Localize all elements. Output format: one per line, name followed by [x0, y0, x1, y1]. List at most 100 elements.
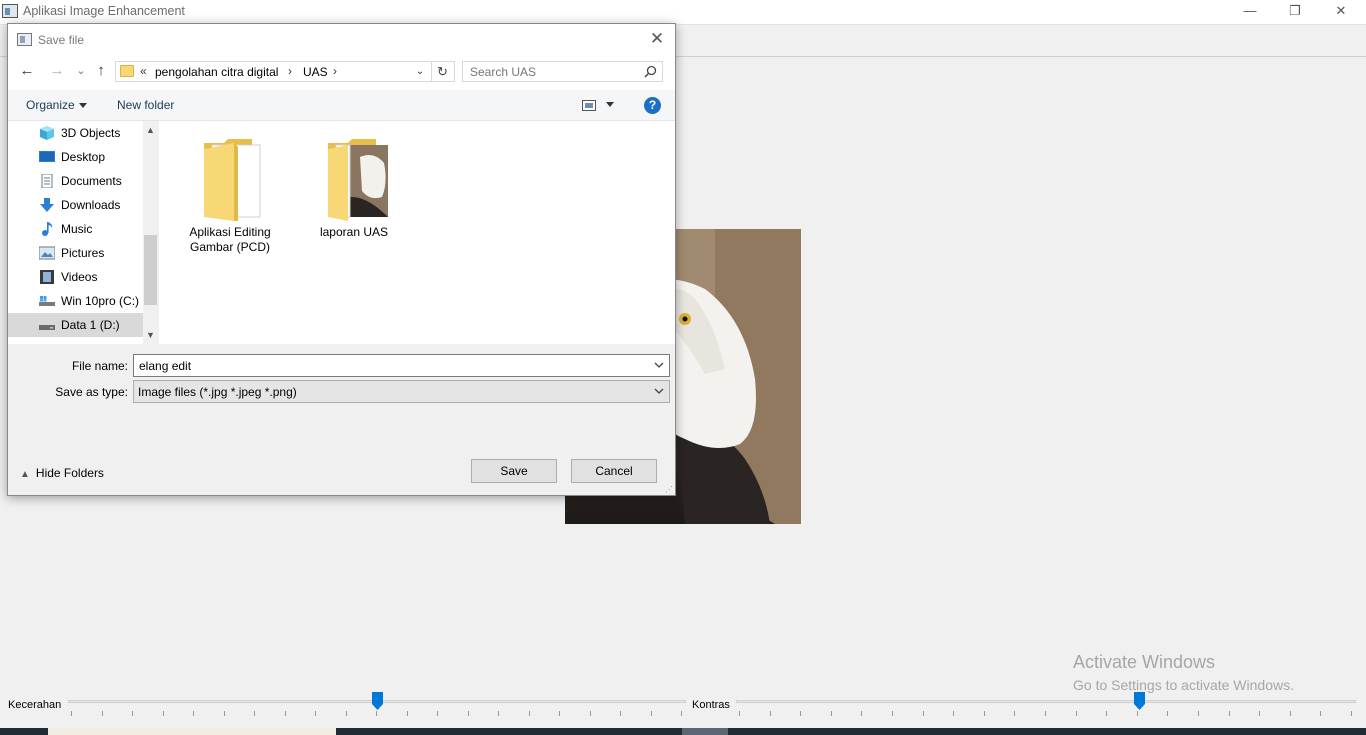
taskbar-app-thumbnail[interactable]	[48, 728, 336, 735]
save-as-type-select[interactable]: Image files (*.jpg *.jpeg *.png)	[133, 380, 670, 403]
nav-item-downloads[interactable]: Downloads	[8, 193, 143, 217]
cancel-button[interactable]: Cancel	[571, 459, 657, 483]
hide-folders-button[interactable]: ▲ Hide Folders	[20, 466, 104, 480]
recent-locations-button[interactable]: ⌄	[70, 60, 92, 82]
view-icon	[582, 100, 596, 111]
scroll-down-icon[interactable]: ▼	[143, 328, 158, 342]
dialog-close-button[interactable]: ✕	[645, 28, 669, 50]
slider-tick	[681, 711, 682, 716]
contrast-slider-track[interactable]	[736, 700, 1356, 703]
slider-tick	[315, 711, 316, 716]
slider-tick	[739, 711, 740, 716]
brightness-slider-ticks	[68, 711, 686, 717]
slider-tick	[1289, 711, 1291, 716]
nav-item-documents[interactable]: Documents	[8, 169, 143, 193]
dialog-title: Save file	[38, 33, 85, 47]
documents-icon	[41, 174, 53, 188]
activation-watermark-subtitle: Go to Settings to activate Windows.	[1073, 677, 1294, 693]
dialog-toolbar: Organize New folder ?	[8, 90, 675, 121]
scroll-up-icon[interactable]: ▲	[143, 123, 158, 137]
slider-tick	[1106, 711, 1108, 716]
nav-item-label: Pictures	[61, 246, 105, 260]
slider-tick	[1075, 711, 1077, 716]
search-input[interactable]	[463, 62, 638, 81]
nav-item-label: Data 1 (D:)	[61, 318, 120, 332]
save-file-dialog: Save file ✕ ← → ⌄ ↑ « pengolahan citra d…	[7, 23, 676, 496]
nav-item-label: Music	[61, 222, 93, 236]
address-dropdown-icon[interactable]: ⌄	[413, 63, 427, 80]
nav-item-3d-objects[interactable]: 3D Objects	[8, 121, 143, 145]
chevron-down-icon	[78, 103, 87, 109]
brightness-slider-handle[interactable]	[372, 692, 383, 710]
slider-tick	[769, 711, 771, 716]
slider-tick	[1351, 711, 1352, 716]
breadcrumb-separator[interactable]: ›	[333, 64, 337, 78]
minimize-button[interactable]: —	[1227, 0, 1273, 24]
save-as-type-value: Image files (*.jpg *.jpeg *.png)	[138, 385, 297, 399]
folder-label: laporan UAS	[319, 225, 389, 239]
nav-item-label: Downloads	[61, 198, 121, 212]
activation-watermark-title: Activate Windows	[1073, 652, 1216, 672]
slider-tick	[1198, 711, 1199, 716]
file-name-field[interactable]	[133, 354, 670, 377]
resize-grip-icon[interactable]: ⋰	[665, 485, 673, 494]
nav-item-label: Videos	[61, 270, 98, 284]
new-folder-button[interactable]: New folder	[117, 98, 174, 112]
slider-tick	[528, 711, 530, 716]
close-button[interactable]: ✕	[1318, 0, 1364, 24]
nav-item-drive-d[interactable]: Data 1 (D:)	[8, 313, 143, 337]
slider-tick	[376, 711, 377, 716]
nav-item-music[interactable]: Music	[8, 217, 143, 241]
search-box[interactable]	[462, 61, 663, 82]
contrast-label: Kontras	[692, 699, 730, 711]
folder-item[interactable]: laporan UAS	[304, 137, 404, 257]
slider-tick	[1320, 711, 1322, 716]
help-icon[interactable]: ?	[644, 97, 661, 114]
slider-tick	[559, 711, 560, 716]
taskbar-button[interactable]	[682, 728, 728, 735]
restore-button[interactable]: ❐	[1272, 0, 1318, 24]
save-button[interactable]: Save	[471, 459, 557, 483]
chevron-down-icon	[654, 388, 664, 394]
breadcrumb-item[interactable]: pengolahan citra digital	[155, 65, 278, 79]
slider-tick	[620, 711, 621, 716]
slider-tick	[284, 711, 286, 716]
nav-pane-scrollbar[interactable]: ▲ ▼	[143, 121, 158, 344]
address-bar[interactable]: « pengolahan citra digital › UAS › ⌄ ↻	[115, 61, 455, 82]
search-icon[interactable]	[644, 65, 657, 78]
contrast-slider-ticks	[736, 711, 1356, 717]
slider-tick	[800, 711, 802, 716]
3d-objects-icon	[40, 126, 54, 140]
organize-menu[interactable]: Organize	[26, 98, 87, 112]
folder-item[interactable]: Aplikasi Editing Gambar (PCD)	[180, 137, 280, 257]
nav-item-drive-c[interactable]: Win 10pro (C:)	[8, 289, 143, 313]
file-name-label: File name:	[71, 359, 128, 373]
refresh-icon[interactable]: ↻	[431, 62, 453, 81]
navigation-pane: 3D Objects Desktop Documents Downloads M…	[8, 121, 158, 344]
slider-tick	[861, 711, 863, 716]
contrast-slider-handle[interactable]	[1134, 692, 1145, 710]
music-icon	[42, 222, 53, 236]
breadcrumb-item[interactable]: UAS	[303, 65, 328, 79]
nav-item-label: Desktop	[61, 150, 106, 164]
change-view-button[interactable]	[582, 99, 622, 113]
breadcrumb-separator[interactable]: ›	[288, 64, 292, 78]
nav-item-desktop[interactable]: Desktop	[8, 145, 143, 169]
nav-item-pictures[interactable]: Pictures	[8, 241, 143, 265]
address-overflow[interactable]: «	[140, 64, 147, 78]
up-button[interactable]: ↑	[90, 60, 112, 82]
slider-tick	[922, 711, 924, 716]
folder-icon	[204, 139, 261, 221]
folder-icon	[120, 65, 134, 77]
back-button[interactable]: ←	[16, 60, 38, 82]
forward-button[interactable]: →	[46, 60, 68, 82]
slider-tick	[1014, 711, 1016, 716]
dialog-titlebar: Save file ✕	[8, 24, 675, 54]
file-name-input[interactable]	[134, 355, 644, 376]
scrollbar-thumb[interactable]	[144, 235, 157, 305]
slider-tick	[132, 711, 133, 716]
slider-tick	[71, 711, 72, 716]
slider-tick	[498, 711, 499, 716]
chevron-down-icon[interactable]	[653, 359, 665, 371]
nav-item-videos[interactable]: Videos	[8, 265, 143, 289]
